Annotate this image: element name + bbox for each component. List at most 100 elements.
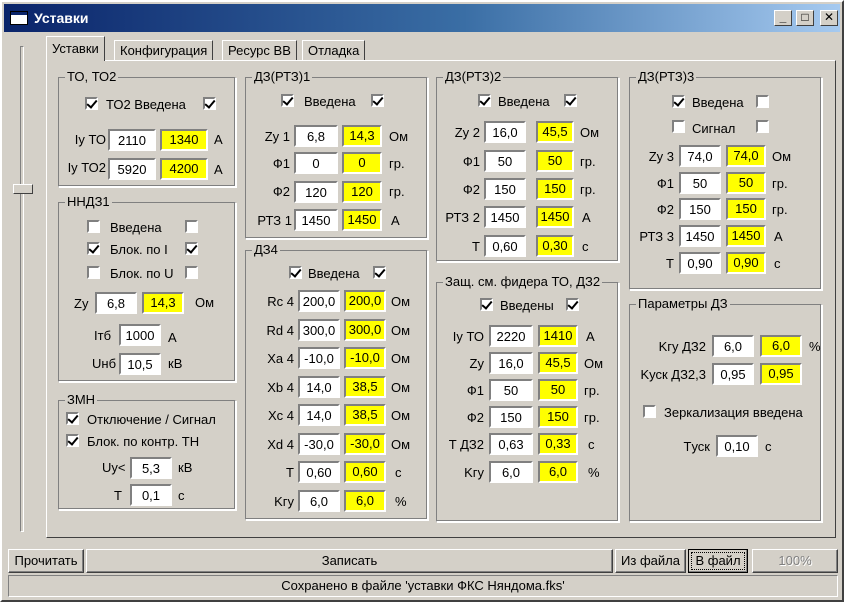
dz4-rd4-input[interactable] xyxy=(298,319,340,341)
dz3-f1-computed: 50 xyxy=(726,172,766,194)
nndz-block-u-checkbox-2[interactable] xyxy=(185,266,198,279)
group-nndz-legend: ННДЗ1 xyxy=(65,194,112,209)
dz4-xa4-computed: -10,0 xyxy=(344,347,386,369)
tab-debug[interactable]: Отладка xyxy=(302,40,366,61)
nndz-enabled-checkbox[interactable] xyxy=(87,220,100,233)
params-kgu-input[interactable] xyxy=(712,335,754,357)
tab-settings[interactable]: Уставки xyxy=(46,36,105,61)
feeder-t-dz2-input[interactable] xyxy=(489,433,533,455)
nndz-unb-input[interactable] xyxy=(119,353,161,375)
dz3-t-input[interactable] xyxy=(679,252,721,274)
dz1-zy1-input[interactable] xyxy=(294,125,338,147)
dz3-f1-input[interactable] xyxy=(679,172,721,194)
nndz-zy-input[interactable] xyxy=(95,292,137,314)
dz3-signal-checkbox[interactable] xyxy=(672,120,685,133)
dz4-xa4-input[interactable] xyxy=(298,347,340,369)
dz4-xa4-unit: Ом xyxy=(391,351,411,366)
dz3-zy3-unit: Ом xyxy=(772,149,792,164)
mirror-enabled-checkbox[interactable] xyxy=(643,405,656,418)
dz1-enabled-checkbox-2[interactable] xyxy=(371,94,384,107)
tab-configuration[interactable]: Конфигурация xyxy=(114,40,214,61)
dz4-t-input[interactable] xyxy=(298,461,340,483)
dz4-kgu-unit: % xyxy=(395,494,407,509)
zmn-t-input[interactable] xyxy=(130,484,172,506)
dz4-xb4-input[interactable] xyxy=(298,376,340,398)
dz1-zy1-label: Zу 1 xyxy=(264,129,290,144)
feeder-iy-to-label: Iу ТО xyxy=(452,329,484,344)
read-button[interactable]: Прочитать xyxy=(8,549,84,573)
params-tusk-label: Tуск xyxy=(683,439,710,454)
dz4-rc4-input[interactable] xyxy=(298,290,340,312)
load-from-file-button[interactable]: Из файла xyxy=(615,549,686,573)
feeder-f1-input[interactable] xyxy=(489,379,533,401)
dz1-f2-input[interactable] xyxy=(294,181,338,203)
feeder-enabled-checkbox[interactable] xyxy=(480,298,493,311)
nndz-block-u-checkbox[interactable] xyxy=(87,266,100,279)
dz2-t-input[interactable] xyxy=(484,235,526,257)
write-button[interactable]: Записать xyxy=(86,549,613,573)
nndz-block-i-checkbox-2[interactable] xyxy=(185,242,198,255)
zmn-uy-input[interactable] xyxy=(130,457,172,479)
dz3-f2-input[interactable] xyxy=(679,198,721,220)
dz2-f2-input[interactable] xyxy=(484,178,526,200)
nndz-itb-input[interactable] xyxy=(119,324,161,346)
nndz-unb-unit: кВ xyxy=(168,356,183,371)
title-bar[interactable]: Уставки _ □ ✕ xyxy=(4,4,840,32)
dz4-xd4-input[interactable] xyxy=(298,433,340,455)
tab-resource[interactable]: Ресурс ВВ xyxy=(222,40,297,61)
zmn-trip-signal-checkbox[interactable] xyxy=(66,412,79,425)
feeder-f1-unit: гр. xyxy=(584,383,600,398)
dz2-rtz2-input[interactable] xyxy=(484,206,526,228)
dz3-enabled-checkbox[interactable] xyxy=(672,95,685,108)
feeder-f2-input[interactable] xyxy=(489,406,533,428)
dz1-f2-computed: 120 xyxy=(342,181,382,203)
feeder-enabled-checkbox-2[interactable] xyxy=(566,298,579,311)
nndz-enabled-checkbox-2[interactable] xyxy=(185,220,198,233)
vertical-slider-track[interactable] xyxy=(20,46,24,532)
dz2-f1-unit: гр. xyxy=(580,154,596,169)
save-to-file-button[interactable]: В файл xyxy=(688,549,748,573)
dz4-kgu-input[interactable] xyxy=(298,490,340,512)
feeder-zy-input[interactable] xyxy=(489,352,533,374)
to2-enabled-checkbox-2[interactable] xyxy=(203,97,216,110)
dz4-enabled-checkbox-2[interactable] xyxy=(373,266,386,279)
dz4-xc4-input[interactable] xyxy=(298,404,340,426)
params-tusk-unit: с xyxy=(765,439,772,454)
params-tusk-input[interactable] xyxy=(716,435,758,457)
vertical-slider-thumb[interactable] xyxy=(13,184,33,194)
dz2-zy2-input[interactable] xyxy=(484,121,526,143)
zmn-block-tn-checkbox[interactable] xyxy=(66,434,79,447)
nndz-block-i-checkbox[interactable] xyxy=(87,242,100,255)
params-kusk-input[interactable] xyxy=(712,363,754,385)
iy-to-input[interactable] xyxy=(108,129,156,151)
dz3-zy3-input[interactable] xyxy=(679,145,721,167)
dz4-enabled-checkbox[interactable] xyxy=(289,266,302,279)
dz1-f1-input[interactable] xyxy=(294,152,338,174)
feeder-kgu-input[interactable] xyxy=(489,461,533,483)
close-button[interactable]: ✕ xyxy=(820,10,838,26)
window-icon xyxy=(10,11,28,25)
iy-to2-input[interactable] xyxy=(108,158,156,180)
feeder-iy-to-input[interactable] xyxy=(489,325,533,347)
zmn-t-unit: с xyxy=(178,488,185,503)
minimize-button[interactable]: _ xyxy=(774,10,792,26)
params-kgu-unit: % xyxy=(809,339,821,354)
dz1-rtz1-input[interactable] xyxy=(294,209,338,231)
dz2-f1-input[interactable] xyxy=(484,150,526,172)
dz3-zy3-computed: 74,0 xyxy=(726,145,766,167)
dz3-signal-checkbox-2[interactable] xyxy=(756,120,769,133)
dz2-f2-computed: 150 xyxy=(536,178,574,200)
dz2-enabled-checkbox-2[interactable] xyxy=(564,94,577,107)
dz1-zy1-computed: 14,3 xyxy=(342,125,382,147)
dz1-enabled-checkbox[interactable] xyxy=(281,94,294,107)
maximize-button[interactable]: □ xyxy=(796,10,814,26)
dz4-enabled-label: Введена xyxy=(308,266,360,281)
dz4-xd4-computed: -30,0 xyxy=(344,433,386,455)
dz3-rtz3-input[interactable] xyxy=(679,225,721,247)
to2-enabled-checkbox[interactable] xyxy=(85,97,98,110)
dz2-enabled-checkbox[interactable] xyxy=(478,94,491,107)
iy-to-computed: 1340 xyxy=(160,129,208,151)
dz3-f2-computed: 150 xyxy=(726,198,766,220)
dz3-enabled-checkbox-2[interactable] xyxy=(756,95,769,108)
dz3-enabled-label: Введена xyxy=(692,95,744,110)
